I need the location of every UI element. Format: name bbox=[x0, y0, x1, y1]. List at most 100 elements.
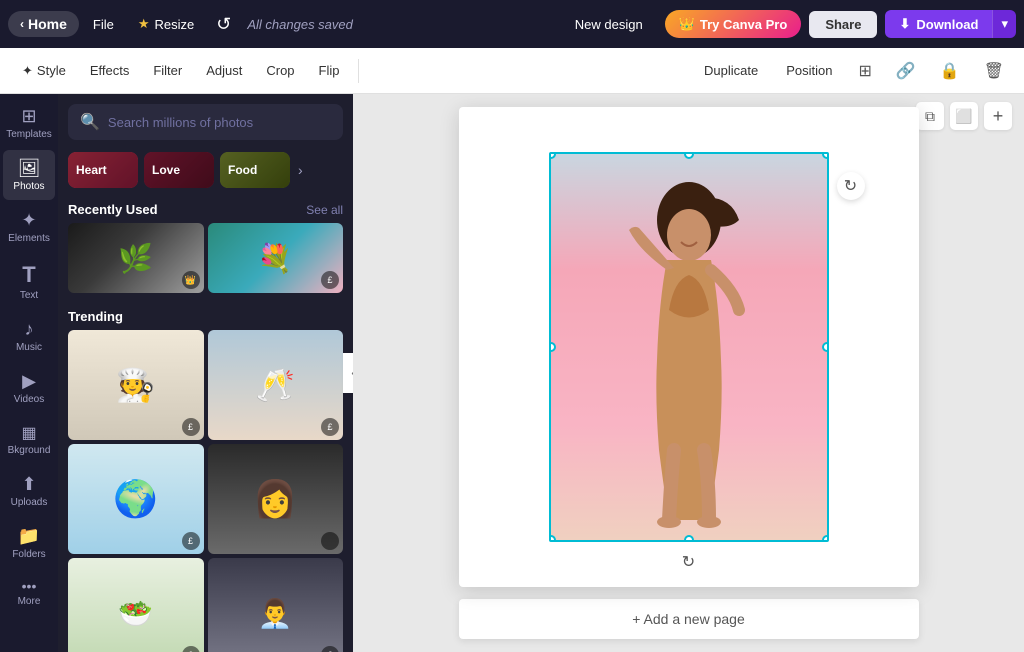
trending-image-4[interactable]: 👩 bbox=[208, 444, 344, 554]
add-page-bar[interactable]: + Add a new page bbox=[459, 599, 919, 639]
sidebar-label-uploads: Uploads bbox=[11, 497, 48, 508]
crop-button[interactable]: Crop bbox=[256, 58, 304, 83]
chevron-left-icon: ‹ bbox=[20, 17, 24, 31]
crown-icon: 👑 bbox=[679, 16, 695, 32]
link-icon-button[interactable]: 🔗 bbox=[888, 56, 924, 86]
effects-button[interactable]: Effects bbox=[80, 58, 140, 83]
woman-figure bbox=[609, 180, 769, 540]
trending-image-1[interactable]: 🧑‍🍳 £ bbox=[68, 330, 204, 440]
canvas-duplicate-button[interactable]: ⬜ bbox=[950, 102, 978, 130]
saved-status: All changes saved bbox=[247, 17, 353, 32]
trending-image-3[interactable]: 🌍 £ bbox=[68, 444, 204, 554]
duplicate-button[interactable]: Duplicate bbox=[694, 58, 768, 83]
sidebar-item-templates[interactable]: ⊞ Templates bbox=[3, 98, 55, 148]
trending-grid: 🧑‍🍳 £ 🥂 £ 🌍 £ 👩 🥗 £ 👨‍💼 bbox=[58, 330, 353, 652]
try-pro-button[interactable]: 👑 Try Canva Pro bbox=[665, 10, 802, 38]
trending-title: Trending bbox=[68, 309, 123, 324]
file-menu[interactable]: File bbox=[83, 12, 124, 37]
toolbar-right: Duplicate Position ⊞ 🔗 🔒 🗑 bbox=[694, 56, 1012, 86]
search-input[interactable] bbox=[108, 115, 331, 130]
recent-image-1[interactable]: 🌿 👑 bbox=[68, 223, 204, 293]
folders-icon: 📁 bbox=[18, 526, 40, 547]
canvas-add-button[interactable]: + bbox=[984, 102, 1012, 130]
rotate-handle-right[interactable]: ↻ bbox=[837, 172, 865, 200]
sidebar-item-background[interactable]: ▦ Bkground bbox=[3, 415, 55, 464]
category-row: Heart Love Food › bbox=[58, 146, 353, 196]
adjust-button[interactable]: Adjust bbox=[196, 58, 252, 83]
recently-used-grid: 🌿 👑 💐 £ bbox=[58, 223, 353, 303]
collapse-panel-handle[interactable]: ‹ bbox=[343, 353, 353, 393]
home-label: Home bbox=[28, 16, 67, 32]
templates-icon: ⊞ bbox=[21, 106, 36, 127]
download-chevron-button[interactable]: ▾ bbox=[992, 10, 1016, 38]
handle-bottom-right[interactable] bbox=[822, 535, 829, 542]
handle-bottom-left[interactable] bbox=[549, 535, 556, 542]
selected-image bbox=[549, 152, 829, 542]
trending-image-2[interactable]: 🥂 £ bbox=[208, 330, 344, 440]
sidebar-item-elements[interactable]: ✦ Elements bbox=[3, 202, 55, 252]
trending-badge-4 bbox=[321, 532, 339, 550]
main-layout: ⊞ Templates 🖼 Photos ✦ Elements T Text ♪… bbox=[0, 94, 1024, 652]
sidebar-item-videos[interactable]: ▶ Videos bbox=[3, 363, 55, 413]
star-icon: ★ bbox=[138, 16, 150, 32]
videos-icon: ▶ bbox=[22, 371, 36, 392]
rotate-handle-bottom[interactable]: ↻ bbox=[682, 552, 695, 572]
home-button[interactable]: ‹ Home bbox=[8, 11, 79, 37]
search-icon: 🔍 bbox=[80, 112, 100, 132]
style-button[interactable]: ✦ Style bbox=[12, 58, 76, 84]
sidebar-item-music[interactable]: ♪ Music bbox=[3, 311, 55, 361]
grid-icon-button[interactable]: ⊞ bbox=[850, 56, 879, 86]
more-icon: ••• bbox=[22, 578, 37, 594]
trending-badge-3: £ bbox=[182, 532, 200, 550]
lock-icon-button[interactable]: 🔒 bbox=[932, 56, 968, 86]
delete-icon-button[interactable]: 🗑 bbox=[976, 56, 1012, 86]
category-food[interactable]: Food bbox=[220, 152, 290, 188]
canvas-copy-button[interactable]: ⧉ bbox=[916, 102, 944, 130]
search-box[interactable]: 🔍 bbox=[68, 104, 343, 140]
resize-menu[interactable]: ★ Resize bbox=[128, 11, 204, 37]
trending-badge-1: £ bbox=[182, 418, 200, 436]
canvas-area: ⧉ ⬜ + bbox=[353, 94, 1024, 652]
sidebar-item-more[interactable]: ••• More bbox=[3, 570, 55, 615]
see-all-link[interactable]: See all bbox=[306, 203, 343, 217]
position-button[interactable]: Position bbox=[776, 58, 842, 83]
text-icon: T bbox=[22, 262, 35, 288]
toolbar: ✦ Style Effects Filter Adjust Crop Flip … bbox=[0, 48, 1024, 94]
handle-bottom-middle[interactable] bbox=[684, 535, 694, 542]
trending-image-6[interactable]: 👨‍💼 £ bbox=[208, 558, 344, 652]
category-love-label: Love bbox=[144, 163, 188, 177]
category-food-label: Food bbox=[220, 163, 265, 177]
new-design-button[interactable]: New design bbox=[561, 11, 657, 38]
filter-button[interactable]: Filter bbox=[143, 58, 192, 83]
recently-used-header: Recently Used See all bbox=[58, 196, 353, 223]
recent-badge-1: 👑 bbox=[182, 271, 200, 289]
sidebar-label-music: Music bbox=[16, 342, 42, 353]
flip-button[interactable]: Flip bbox=[309, 58, 350, 83]
photo-panel: 🔍 Heart Love Food › Recently Used See al bbox=[58, 94, 353, 652]
category-heart[interactable]: Heart bbox=[68, 152, 138, 188]
undo-button[interactable]: ↺ bbox=[208, 9, 239, 40]
sidebar-item-uploads[interactable]: ⬆ Uploads bbox=[3, 466, 55, 516]
recent-image-2[interactable]: 💐 £ bbox=[208, 223, 344, 293]
uploads-icon: ⬆ bbox=[21, 474, 36, 495]
sidebar-item-photos[interactable]: 🖼 Photos bbox=[3, 150, 55, 200]
sidebar-label-templates: Templates bbox=[6, 129, 52, 140]
sidebar-item-text[interactable]: T Text bbox=[3, 254, 55, 309]
category-love[interactable]: Love bbox=[144, 152, 214, 188]
category-arrow[interactable]: › bbox=[298, 162, 303, 178]
download-group: ⬇ Download ▾ bbox=[885, 10, 1016, 38]
canvas-page: ↻ ↻ bbox=[459, 107, 919, 587]
background-icon: ▦ bbox=[21, 423, 36, 443]
trending-image-5[interactable]: 🥗 £ bbox=[68, 558, 204, 652]
sidebar-item-folders[interactable]: 📁 Folders bbox=[3, 518, 55, 568]
music-icon: ♪ bbox=[25, 319, 34, 340]
download-button[interactable]: ⬇ Download bbox=[885, 10, 992, 38]
sidebar-label-elements: Elements bbox=[8, 233, 50, 244]
elements-icon: ✦ bbox=[21, 210, 36, 231]
category-heart-label: Heart bbox=[68, 163, 115, 177]
handle-middle-right[interactable] bbox=[822, 342, 829, 352]
sidebar: ⊞ Templates 🖼 Photos ✦ Elements T Text ♪… bbox=[0, 94, 58, 652]
selected-image-container[interactable]: ↻ ↻ bbox=[549, 152, 829, 542]
sidebar-label-text: Text bbox=[20, 290, 38, 301]
share-button[interactable]: Share bbox=[809, 11, 877, 38]
